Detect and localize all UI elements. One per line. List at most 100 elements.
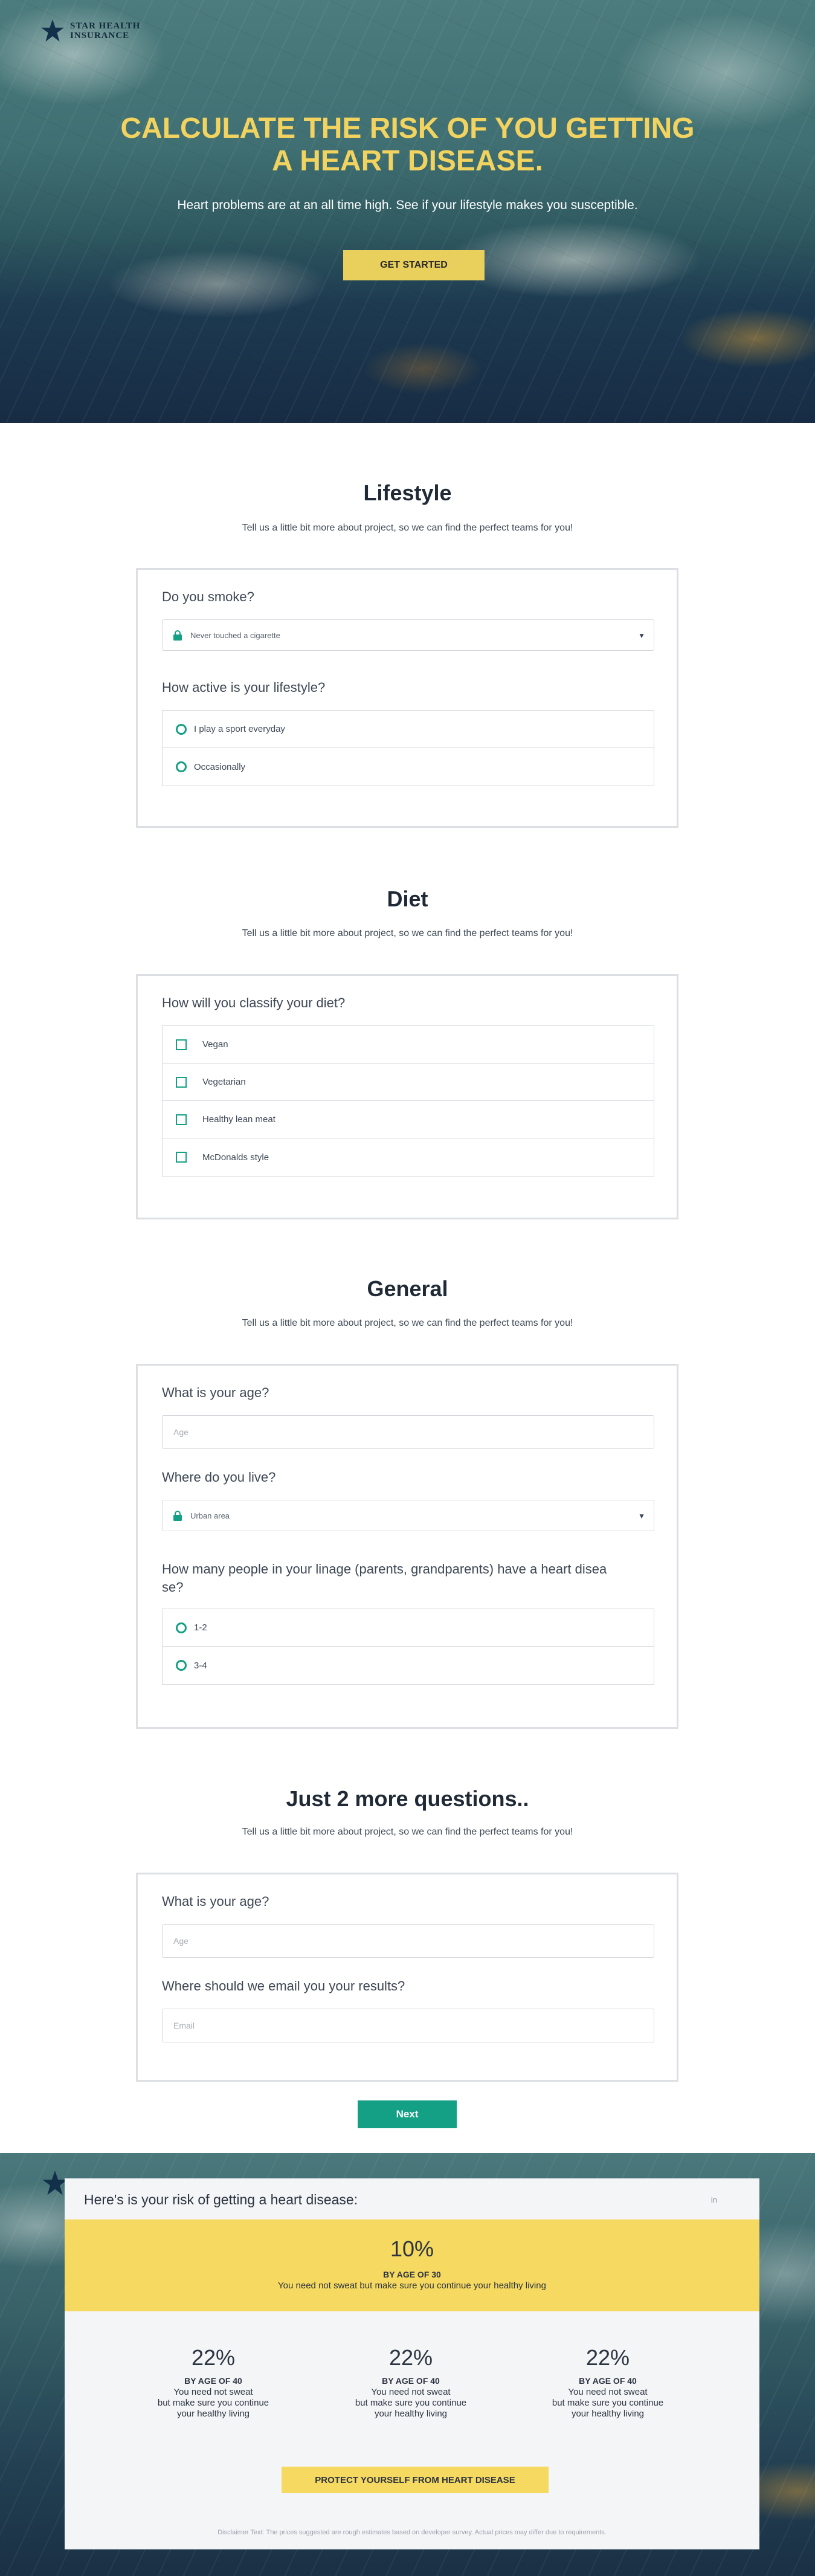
stat-message: You need not sweat but make sure you con… xyxy=(338,2387,483,2419)
live-select-value: Urban area xyxy=(190,1511,230,1520)
live-select[interactable]: Urban area ▼ xyxy=(162,1500,654,1531)
checkbox-icon xyxy=(176,1152,187,1163)
final-card: What is your age? Where should we email … xyxy=(136,1873,678,2082)
radio-icon xyxy=(176,723,187,735)
stat-message-line: You need not sweat xyxy=(173,2387,253,2397)
stat-age: BY AGE OF 40 xyxy=(184,2376,242,2386)
live-question: Where do you live? xyxy=(162,1470,276,1485)
hero-title-line2: A HEART DISEASE. xyxy=(272,145,543,177)
active-option-occasionally[interactable]: Occasionally xyxy=(163,748,654,786)
highlight-percent: 10% xyxy=(390,2236,434,2261)
brand-logo[interactable]: STAR HEALTH INSURANCE xyxy=(40,18,140,44)
stat-message-line: You need not sweat xyxy=(371,2387,451,2397)
get-started-button[interactable]: GET STARTED xyxy=(343,250,485,280)
stat-card: 22% BY AGE OF 40 You need not sweat but … xyxy=(141,2345,286,2419)
results-card: Here's is your risk of getting a heart d… xyxy=(65,2178,759,2549)
option-label: Occasionally xyxy=(194,761,246,772)
stat-card: 22% BY AGE OF 40 You need not sweat but … xyxy=(535,2345,680,2419)
diet-option-mcdonalds[interactable]: McDonalds style xyxy=(163,1138,654,1176)
results-header: Here's is your risk of getting a heart d… xyxy=(65,2178,759,2219)
stat-percent: 22% xyxy=(585,2345,630,2370)
smoke-select-value: Never touched a cigarette xyxy=(190,630,280,640)
diet-option-vegetarian[interactable]: Vegetarian xyxy=(163,1064,654,1101)
stat-message-line: but make sure you continue xyxy=(552,2398,664,2408)
results-title: Here's is your risk of getting a heart d… xyxy=(84,2192,358,2207)
caret-down-icon: ▼ xyxy=(638,631,645,640)
stat-card: 22% BY AGE OF 40 You need not sweat but … xyxy=(338,2345,483,2419)
protect-button[interactable]: PROTECT YOURSELF FROM HEART DISEASE xyxy=(282,2467,549,2493)
stat-message-line: your healthy living xyxy=(176,2409,250,2419)
stat-message-line: your healthy living xyxy=(374,2409,448,2419)
stat-percent: 22% xyxy=(388,2345,433,2370)
hero-title-line1: CALCULATE THE RISK OF YOU GETTING xyxy=(120,112,695,144)
lifestyle-card: Do you smoke? Never touched a cigarette … xyxy=(136,568,678,828)
email-input[interactable] xyxy=(162,2009,654,2042)
radio-icon xyxy=(176,1622,187,1633)
linage-question-line2: se? xyxy=(162,1580,184,1595)
option-label: I play a sport everyday xyxy=(194,724,285,734)
linage-options: 1-2 3-4 xyxy=(162,1609,654,1685)
brand-name-line2: INSURANCE xyxy=(70,31,130,40)
star-icon xyxy=(41,19,64,42)
final-subtitle: Tell us a little bit more about project,… xyxy=(242,1827,573,1837)
hero-title: CALCULATE THE RISK OF YOU GETTING A HEAR… xyxy=(0,112,815,178)
lock-icon xyxy=(173,1510,182,1521)
highlight-message: You need not sweat but make sure you con… xyxy=(278,2281,546,2291)
final-age-input[interactable] xyxy=(162,1924,654,1958)
option-label: Vegan xyxy=(202,1039,228,1050)
stat-message-line: your healthy living xyxy=(571,2409,645,2419)
checkbox-icon xyxy=(176,1114,187,1125)
email-question: Where should we email you your results? xyxy=(162,1978,405,1993)
diet-option-vegan[interactable]: Vegan xyxy=(163,1026,654,1064)
diet-title: Diet xyxy=(387,886,428,911)
brand-name-line1: STAR HEALTH xyxy=(70,21,141,31)
smoke-select[interactable]: Never touched a cigarette ▼ xyxy=(162,619,654,651)
stat-age: BY AGE OF 40 xyxy=(579,2376,637,2386)
stat-message: You need not sweat but make sure you con… xyxy=(141,2387,286,2419)
active-options: I play a sport everyday Occasionally xyxy=(162,710,654,786)
diet-subtitle: Tell us a little bit more about project,… xyxy=(242,928,573,938)
diet-card: How will you classify your diet? Vegan V… xyxy=(136,974,678,1219)
hero-section: STAR HEALTH INSURANCE CALCULATE THE RISK… xyxy=(0,0,815,423)
hero-subtitle: Heart problems are at an all time high. … xyxy=(177,198,638,212)
general-subtitle: Tell us a little bit more about project,… xyxy=(242,1318,573,1328)
option-label: 1-2 xyxy=(194,1622,207,1633)
option-label: McDonalds style xyxy=(202,1152,269,1163)
checkbox-icon xyxy=(176,1076,187,1088)
final-title: Just 2 more questions.. xyxy=(286,1786,529,1811)
diet-option-lean-meat[interactable]: Healthy lean meat xyxy=(163,1101,654,1138)
lifestyle-subtitle: Tell us a little bit more about project,… xyxy=(242,523,573,533)
checkbox-icon xyxy=(176,1039,187,1050)
diet-question: How will you classify your diet? xyxy=(162,995,346,1010)
stat-message-line: but make sure you continue xyxy=(355,2398,467,2408)
stat-percent: 22% xyxy=(191,2345,236,2370)
radio-icon xyxy=(176,1660,187,1671)
disclaimer-text: Disclaimer Text: The prices suggested ar… xyxy=(217,2529,607,2536)
brand-name: STAR HEALTH INSURANCE xyxy=(70,21,140,40)
age-input[interactable] xyxy=(162,1415,654,1449)
next-button[interactable]: Next xyxy=(358,2100,457,2128)
diet-options: Vegan Vegetarian Healthy lean meat McDon… xyxy=(162,1025,654,1177)
option-label: 3-4 xyxy=(194,1660,207,1671)
stat-age: BY AGE OF 40 xyxy=(382,2376,440,2386)
linage-question-line1: How many people in your linage (parents,… xyxy=(162,1561,607,1577)
age-question: What is your age? xyxy=(162,1385,269,1400)
highlight-age: BY AGE OF 30 xyxy=(383,2270,441,2279)
linage-option-1-2[interactable]: 1-2 xyxy=(163,1609,654,1647)
option-label: Healthy lean meat xyxy=(202,1114,275,1125)
linage-question: How many people in your linage (parents,… xyxy=(162,1560,607,1596)
active-question: How active is your lifestyle? xyxy=(162,680,326,695)
final-age-question: What is your age? xyxy=(162,1894,269,1909)
stat-message-line: You need not sweat xyxy=(568,2387,648,2397)
active-option-sport[interactable]: I play a sport everyday xyxy=(163,711,654,748)
caret-down-icon: ▼ xyxy=(638,1512,645,1520)
general-title: General xyxy=(367,1276,448,1301)
linage-option-3-4[interactable]: 3-4 xyxy=(163,1647,654,1684)
lock-icon xyxy=(173,630,182,641)
stat-message-line: but make sure you continue xyxy=(157,2398,269,2408)
general-card: What is your age? Where do you live? Urb… xyxy=(136,1364,678,1729)
results-highlight: 10% BY AGE OF 30 You need not sweat but … xyxy=(65,2219,759,2311)
radio-icon xyxy=(176,761,187,772)
stat-message: You need not sweat but make sure you con… xyxy=(535,2387,680,2419)
option-label: Vegetarian xyxy=(202,1077,246,1087)
